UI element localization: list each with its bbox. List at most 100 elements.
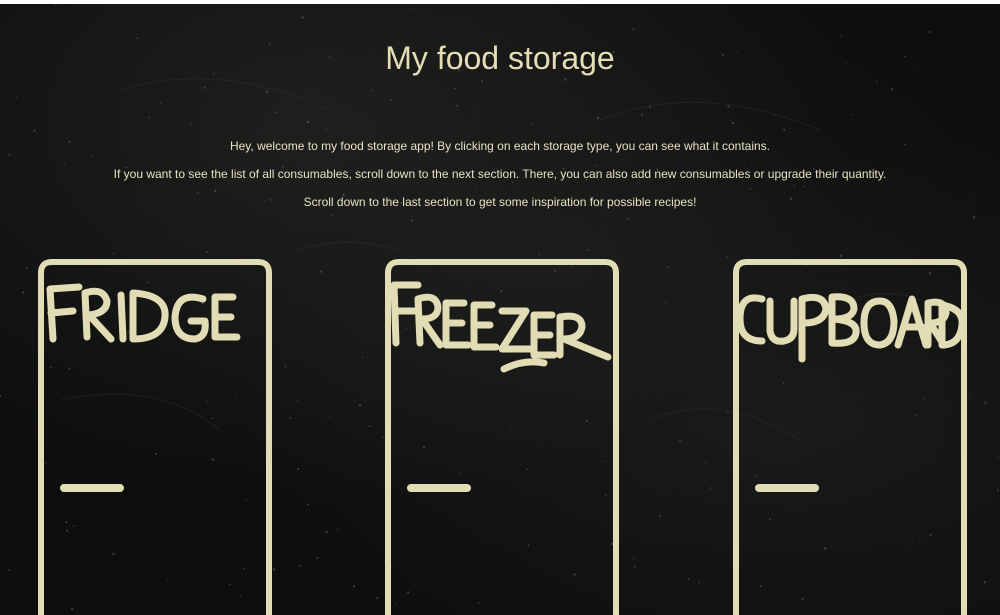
fridge-button[interactable]: FRIDGE bbox=[37, 259, 272, 615]
chalk-speck bbox=[335, 425, 337, 427]
chalk-speck bbox=[726, 256, 728, 258]
chalk-speck bbox=[928, 30, 931, 34]
chalk-speck bbox=[997, 457, 999, 459]
fridge-label-art bbox=[46, 283, 241, 343]
chalk-speck bbox=[727, 411, 729, 414]
cupboard-button[interactable]: CUPBOARD bbox=[732, 259, 967, 615]
freezer-drawing bbox=[385, 259, 619, 615]
chalk-speck bbox=[454, 87, 457, 90]
chalk-speck bbox=[709, 487, 712, 489]
chalk-speck bbox=[113, 252, 115, 255]
cupboard-drawing bbox=[733, 259, 967, 615]
chalk-speck bbox=[633, 557, 635, 560]
chalk-speck bbox=[316, 557, 319, 559]
chalk-speck bbox=[0, 394, 2, 397]
chalk-speck bbox=[633, 566, 636, 568]
chalk-speck bbox=[297, 400, 299, 403]
chalk-speck bbox=[353, 585, 356, 588]
chalk-speck bbox=[632, 28, 635, 30]
chalk-speck bbox=[205, 251, 208, 254]
chalk-speck bbox=[578, 7, 580, 9]
chalk-speck bbox=[456, 104, 458, 107]
chalk-speck bbox=[307, 503, 310, 506]
chalk-speck bbox=[371, 89, 373, 91]
chalk-speck bbox=[692, 315, 694, 317]
chalk-speck bbox=[369, 299, 371, 301]
chalk-speck bbox=[297, 467, 300, 470]
chalk-speck bbox=[538, 253, 540, 256]
intro-line-welcome: Hey, welcome to my food storage app! By … bbox=[229, 139, 771, 153]
chalk-speck bbox=[421, 114, 423, 116]
chalk-speck bbox=[390, 99, 392, 101]
chalk-speck bbox=[12, 382, 14, 385]
chalk-speck bbox=[876, 80, 878, 83]
chalk-speck bbox=[969, 394, 971, 396]
chalk-speck bbox=[301, 16, 304, 19]
chalk-speck bbox=[953, 92, 955, 94]
cupboard-label-art bbox=[736, 293, 966, 363]
chalk-speck bbox=[671, 321, 673, 323]
chalk-speck bbox=[731, 121, 734, 125]
chalk-speck bbox=[306, 120, 309, 124]
chalk-speck bbox=[367, 576, 369, 578]
chalk-speck bbox=[727, 105, 730, 108]
chalk-speck bbox=[983, 581, 987, 584]
chalk-speck bbox=[698, 581, 700, 584]
chalk-speck bbox=[319, 270, 322, 273]
chalk-speck bbox=[481, 80, 484, 83]
intro-text: Hey, welcome to my food storage app! By … bbox=[0, 139, 1000, 223]
chalk-speck bbox=[33, 129, 36, 132]
chalk-speck bbox=[159, 102, 162, 104]
chalk-speck bbox=[15, 96, 17, 98]
chalk-speck bbox=[265, 90, 269, 93]
chalk-speck bbox=[839, 254, 843, 258]
chalk-speck bbox=[203, 86, 206, 89]
chalk-speck bbox=[636, 577, 638, 579]
chalk-speck bbox=[891, 88, 894, 91]
chalk-speck bbox=[105, 81, 107, 83]
chalk-speck bbox=[328, 95, 330, 97]
chalk-speck bbox=[851, 113, 854, 116]
chalk-speck bbox=[587, 249, 590, 251]
chalk-speck bbox=[298, 564, 301, 567]
chalk-speck bbox=[783, 128, 786, 131]
chalk-speck bbox=[477, 111, 479, 113]
chalk-speck bbox=[325, 530, 328, 534]
chalk-speck bbox=[289, 417, 292, 419]
chalk-speck bbox=[136, 37, 139, 40]
chalk-speck bbox=[659, 515, 661, 518]
intro-line-consumables: If you want to see the list of all consu… bbox=[113, 167, 887, 181]
chalk-speck bbox=[667, 266, 669, 268]
chalk-speck bbox=[840, 34, 842, 36]
freezer-button[interactable]: FREEZER bbox=[384, 259, 619, 615]
chalk-speck bbox=[704, 462, 706, 464]
chalk-speck bbox=[325, 128, 327, 130]
chalk-speck bbox=[764, 19, 766, 21]
chalk-speck bbox=[996, 489, 999, 492]
chalk-speck bbox=[665, 302, 667, 304]
chalk-speck bbox=[376, 596, 379, 599]
chalk-speck bbox=[8, 568, 11, 571]
chalk-speck bbox=[368, 425, 371, 428]
chalk-speck bbox=[679, 439, 681, 442]
chalk-speck bbox=[720, 8, 721, 9]
chalk-speck bbox=[984, 401, 987, 404]
top-border bbox=[0, 0, 1000, 4]
chalk-speck bbox=[530, 123, 533, 125]
chalk-speck bbox=[685, 385, 686, 387]
chalk-speck bbox=[358, 404, 362, 407]
chalk-speck bbox=[21, 291, 25, 294]
chalk-speck bbox=[148, 116, 150, 119]
chalk-speck bbox=[564, 78, 567, 81]
chalk-speck bbox=[273, 568, 276, 571]
chalk-speck bbox=[640, 113, 643, 117]
chalk-speck bbox=[336, 528, 339, 530]
freezer-label-art bbox=[390, 281, 612, 373]
chalk-speck bbox=[24, 109, 26, 110]
chalk-speck bbox=[596, 116, 600, 120]
intro-line-recipes: Scroll down to the last section to get s… bbox=[303, 195, 697, 209]
chalk-speck bbox=[328, 416, 330, 418]
chalk-speck bbox=[190, 123, 192, 125]
chalk-speck bbox=[361, 356, 364, 359]
chalk-speck bbox=[785, 14, 787, 15]
